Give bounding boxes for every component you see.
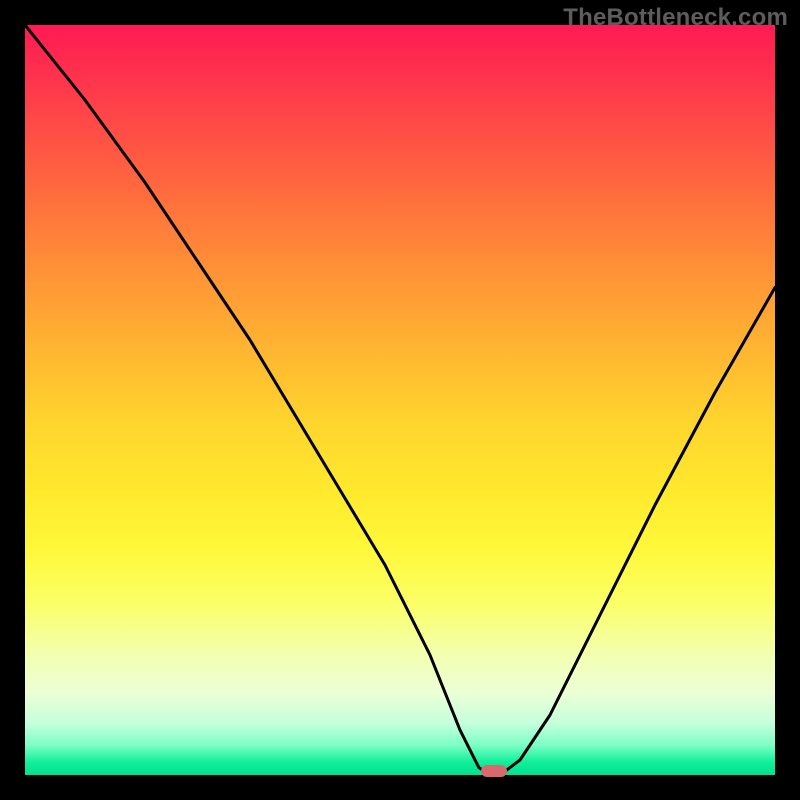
bottleneck-curve [25, 25, 775, 775]
plot-area [25, 25, 775, 775]
chart-stage: TheBottleneck.com [0, 0, 800, 800]
optimum-marker [481, 765, 507, 777]
